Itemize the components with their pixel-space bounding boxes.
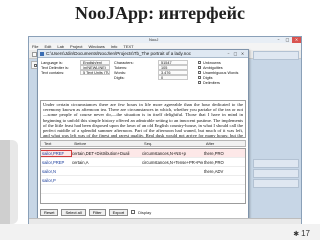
doc-close-icon[interactable]: × — [239, 51, 246, 57]
table-row[interactable] — [41, 185, 245, 194]
checkbox-icon[interactable] — [198, 61, 201, 64]
display-options: Unknowns Ambiguities Unambiguous Words D… — [198, 60, 246, 85]
option-label: Delimiters — [203, 80, 220, 85]
table-cell: sailor,PREF — [41, 149, 72, 157]
text-excerpt: Under certain circumstances there are fe… — [43, 102, 243, 138]
slide-footer: ✱ 17 — [0, 224, 320, 240]
table-row[interactable]: sailor,N there,ADV — [41, 167, 245, 176]
info-value: 0 — [158, 75, 188, 80]
display-label: Display — [138, 209, 152, 215]
info-label: Tokens: — [114, 65, 128, 70]
column-header[interactable]: Seq. — [144, 141, 203, 146]
option-label: Digits — [203, 75, 213, 80]
panel-lane[interactable] — [253, 159, 299, 168]
display-checkbox[interactable] — [131, 210, 136, 214]
table-cell: there,ADV — [204, 168, 224, 174]
select-all-button[interactable]: Select all — [61, 208, 86, 216]
checkbox-icon[interactable] — [198, 66, 201, 69]
table-row[interactable]: sailor,PREF certain,DET+Distribution+Dua… — [41, 149, 245, 158]
bullet-icon: ✱ — [293, 230, 300, 238]
panel-lane[interactable] — [253, 51, 299, 60]
info-label: Words: — [114, 70, 126, 75]
table-cell: sailor,PREP — [42, 159, 65, 165]
table-cell: sailor,P — [42, 177, 56, 183]
table-cell: certain,DET+Distribution+Duali — [72, 150, 130, 156]
bottom-toolbar: Reset Select all Filter Export Display — [40, 207, 246, 217]
doc-maximize-icon[interactable]: □ — [232, 51, 239, 57]
table-row[interactable]: sailor,P — [41, 176, 245, 185]
table-cell: sailor,N — [42, 168, 56, 174]
right-side-panel — [253, 51, 299, 221]
table-cell: there,PRO — [204, 159, 224, 165]
doc-minimize-icon[interactable]: – — [225, 51, 232, 57]
page-number: ✱ 17 — [293, 229, 310, 238]
document-icon — [40, 52, 44, 56]
panel-lane[interactable] — [253, 169, 299, 178]
option-label: Unknowns — [203, 60, 221, 65]
panel-lane[interactable] — [253, 179, 299, 188]
table-row[interactable]: sailor,PREP certain,A circumstances,N+Te… — [41, 158, 245, 167]
export-button[interactable]: Export — [108, 208, 129, 216]
checkbox-icon[interactable] — [198, 76, 201, 79]
reset-button[interactable]: Reset — [40, 208, 59, 216]
table-cell: there,PRO — [204, 150, 224, 156]
column-header[interactable]: Before — [74, 141, 141, 146]
info-label: Language is: — [41, 60, 63, 65]
info-value — [80, 75, 110, 80]
table-cell: circumstances,N+NS+p — [142, 150, 186, 156]
slide-footer-bar — [0, 224, 320, 240]
column-header[interactable]: Text — [44, 141, 71, 146]
concordance-table: sailor,PREF certain,DET+Distribution+Dua… — [40, 148, 246, 204]
column-header[interactable]: After — [206, 141, 245, 146]
doc-path: C:\Users\Jdin\Documents\NooJ\en\Projects… — [46, 51, 191, 56]
option-label: Unambiguous Words — [203, 70, 239, 75]
nooj-app-window: NooJ – □ × File Edit Lab Project Windows… — [28, 36, 302, 224]
table-cell: certain,A — [72, 159, 89, 165]
info-label: Text Delimiter is: — [41, 65, 69, 70]
table-cell: circumstances,N+Tense+PR+Pers=3+Nb=s — [142, 159, 203, 165]
text-info-panel: Language is: English(en) Characters: 515… — [40, 60, 246, 98]
info-label: Digits: — [114, 75, 125, 80]
filter-button[interactable]: Filter — [88, 208, 106, 216]
doc-titlebar: C:\Users\Jdin\Documents\NooJ\en\Projects… — [38, 50, 248, 58]
info-label: Text contains: — [41, 70, 65, 75]
option-delimiters[interactable]: Delimiters — [198, 80, 246, 85]
checkbox-icon[interactable] — [198, 81, 201, 84]
option-label: Ambiguities — [203, 65, 223, 70]
text-document-window: C:\Users\Jdin\Documents\NooJ\en\Projects… — [37, 49, 249, 219]
info-label: Characters: — [114, 60, 134, 65]
page-number-value: 17 — [301, 229, 310, 238]
concordance-header: Text Before Seq. After — [40, 140, 246, 147]
slide-title: NooJApp: интерфейс — [75, 3, 245, 23]
checkbox-icon[interactable] — [198, 71, 201, 74]
slide-decoration-left-shade — [0, 140, 10, 224]
text-content-area[interactable]: Under certain circumstances there are fe… — [40, 100, 246, 138]
